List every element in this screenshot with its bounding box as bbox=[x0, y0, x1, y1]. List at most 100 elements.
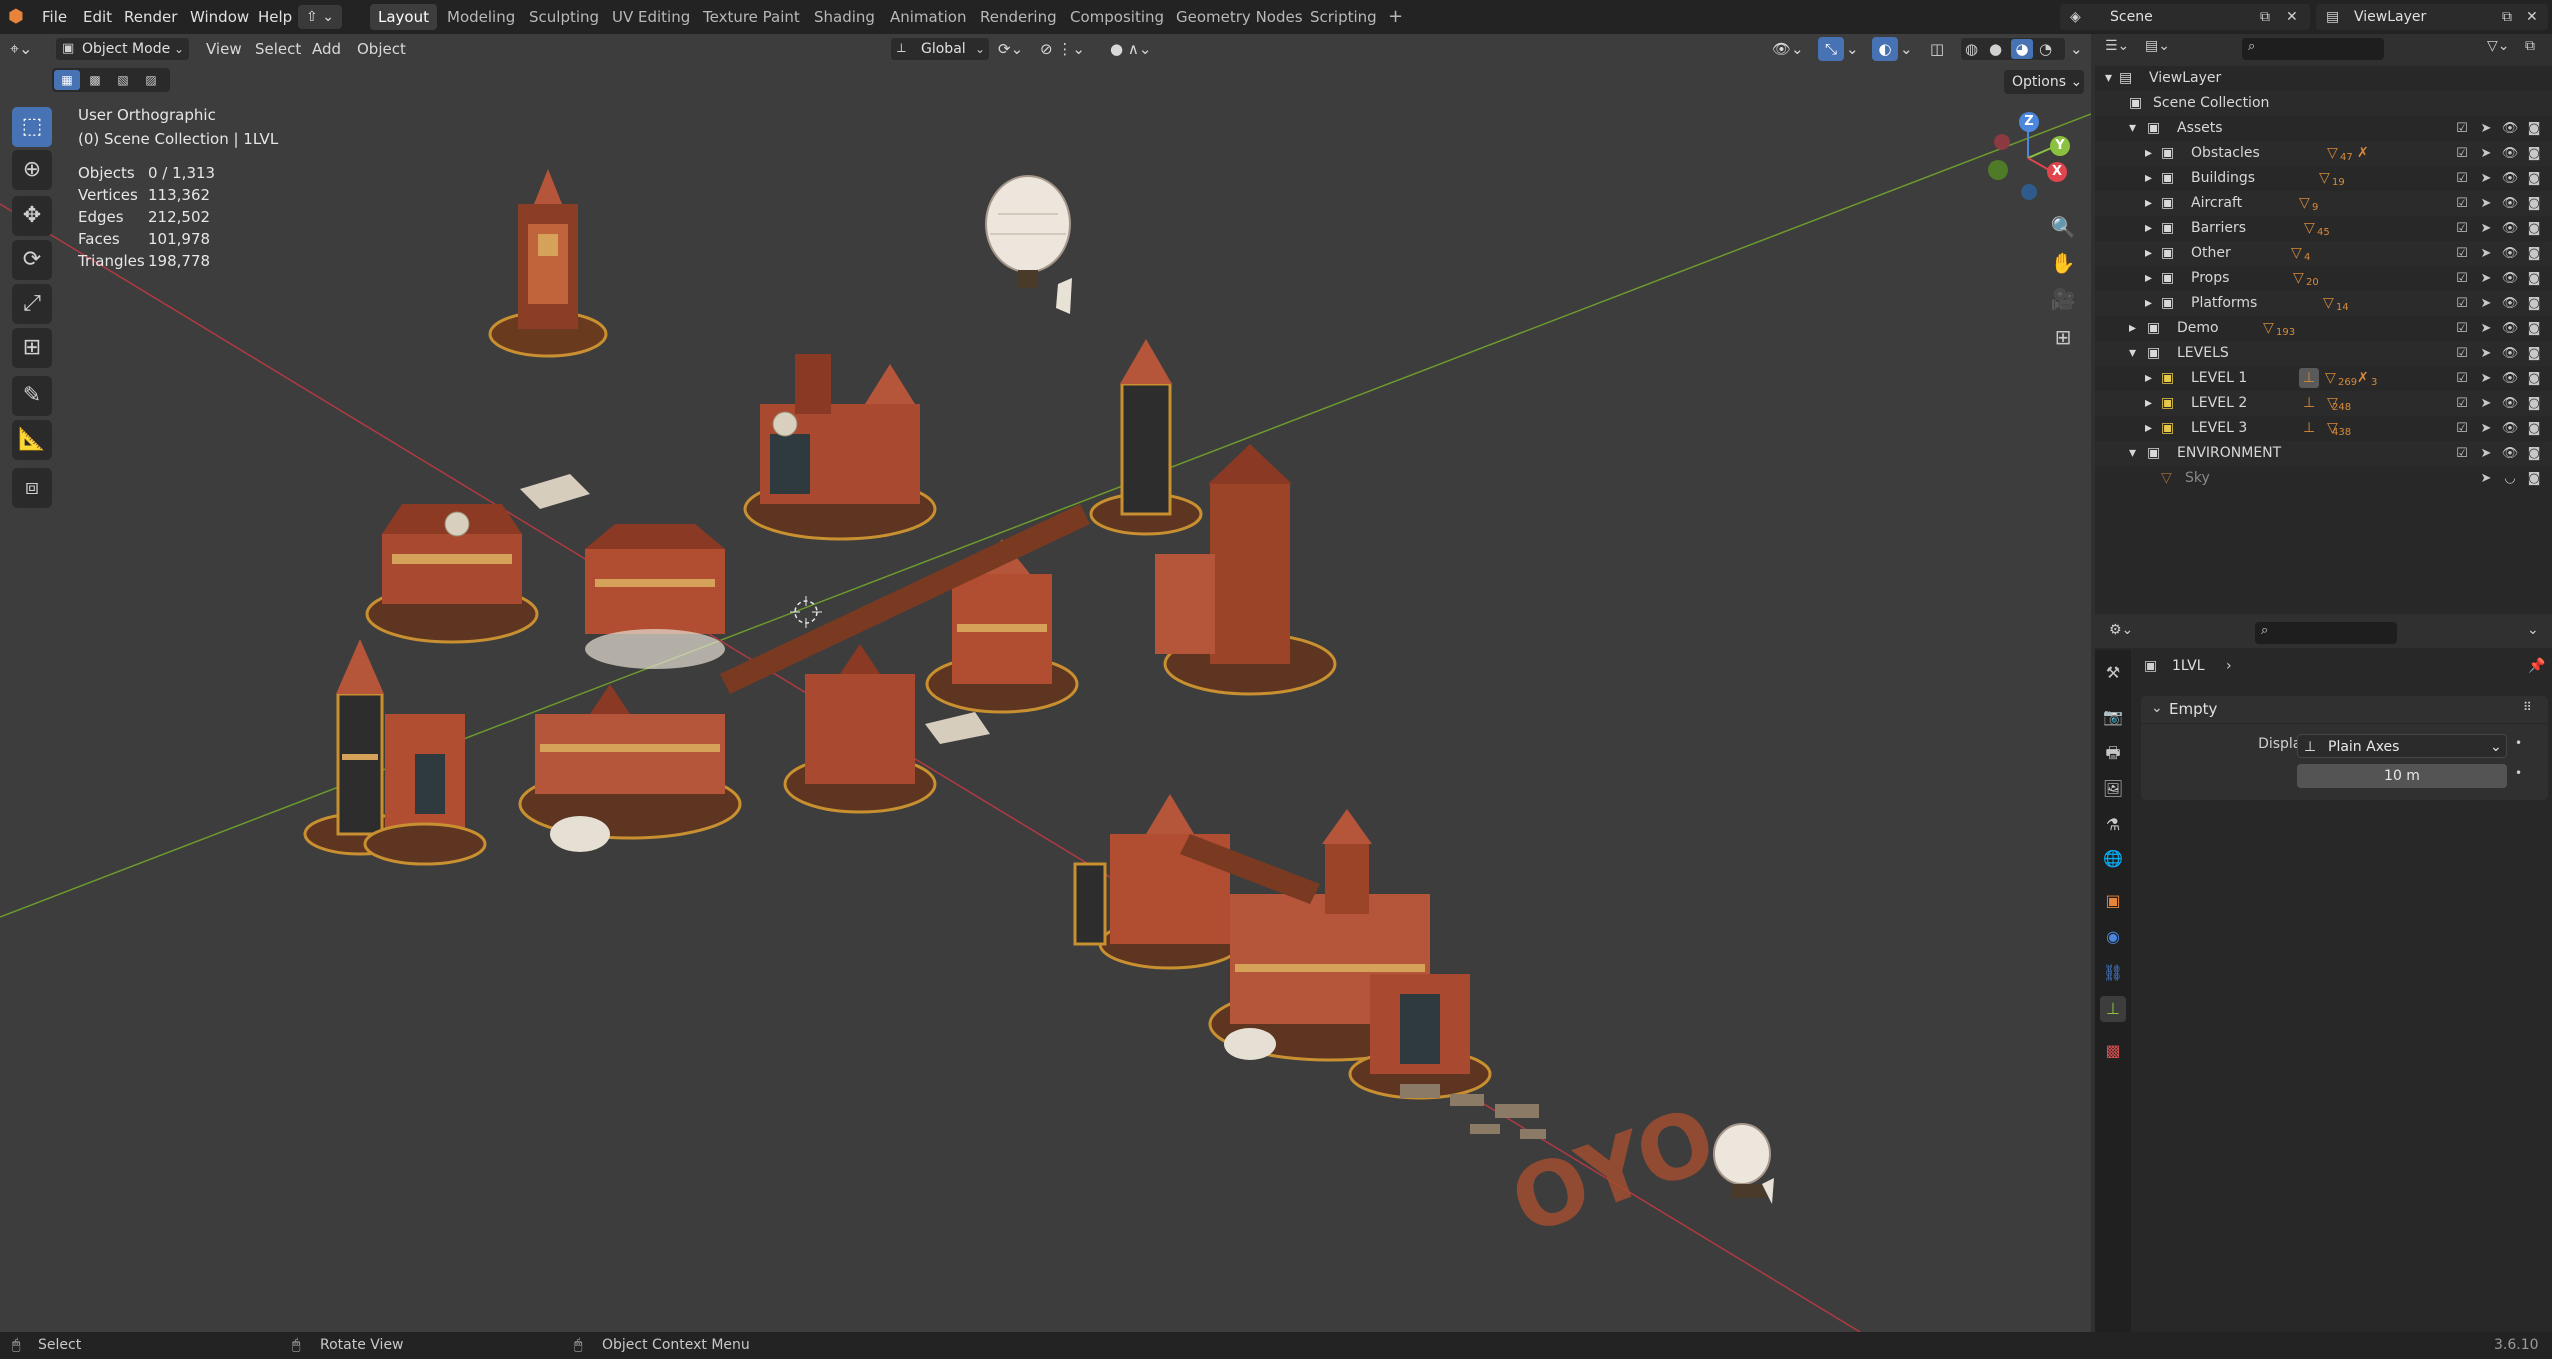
close-icon[interactable]: ✕ bbox=[2286, 4, 2298, 30]
x-axis-icon[interactable]: X bbox=[2047, 162, 2067, 182]
xray-icon[interactable]: ◫ bbox=[1930, 37, 1944, 61]
eye-icon[interactable]: 👁 bbox=[2500, 391, 2520, 416]
camera-icon[interactable]: ◙ bbox=[2524, 141, 2544, 166]
outliner-row-level-1[interactable]: ▸ ▣ LEVEL 1 ⊥ ▽ 269 ✗ 3 ☑ ➤ 👁 ◙ bbox=[2095, 366, 2552, 391]
expand-arrow-icon[interactable]: ▸ bbox=[2145, 191, 2152, 216]
outliner-row-scene-collection[interactable]: ▣ Scene Collection bbox=[2095, 91, 2552, 116]
add-workspace-button[interactable]: + bbox=[1380, 4, 1411, 30]
checkbox-icon[interactable]: ☑ bbox=[2452, 266, 2472, 291]
select-arrow-icon[interactable]: ➤ bbox=[2476, 241, 2496, 266]
expand-arrow-icon[interactable]: ▸ bbox=[2145, 241, 2152, 266]
tab-texture-paint[interactable]: Texture Paint bbox=[695, 4, 808, 30]
camera-icon[interactable]: ◙ bbox=[2524, 341, 2544, 366]
checkbox-icon[interactable]: ☑ bbox=[2452, 341, 2472, 366]
outliner-row-buildings[interactable]: ▸ ▣ Buildings ▽ 19 ☑ ➤ 👁 ◙ bbox=[2095, 166, 2552, 191]
blender-logo-icon[interactable]: ⬢ bbox=[8, 0, 32, 34]
expand-arrow-icon[interactable]: ▸ bbox=[2145, 166, 2152, 191]
select-box-tool-icon[interactable]: ⬚ bbox=[12, 107, 52, 147]
solid-icon[interactable]: ● bbox=[1989, 38, 2002, 60]
expand-arrow-icon[interactable]: ▾ bbox=[2129, 116, 2136, 141]
checkbox-icon[interactable]: ☑ bbox=[2452, 216, 2472, 241]
select-arrow-icon[interactable]: ➤ bbox=[2476, 216, 2496, 241]
outliner-row-level-2[interactable]: ▸ ▣ LEVEL 2 ⊥ ▽ 248 ☑ ➤ 👁 ◙ bbox=[2095, 391, 2552, 416]
eye-icon[interactable]: 👁 bbox=[2500, 291, 2520, 316]
select-arrow-icon[interactable]: ➤ bbox=[2476, 466, 2496, 491]
keyframe-dot-icon[interactable]: • bbox=[2515, 766, 2522, 780]
object-tab-icon[interactable]: ▣ bbox=[2100, 888, 2126, 914]
camera-icon[interactable]: ◙ bbox=[2524, 291, 2544, 316]
physics-tab-icon[interactable]: ◉ bbox=[2100, 924, 2126, 950]
camera-icon[interactable]: ◙ bbox=[2524, 441, 2544, 466]
expand-arrow-icon[interactable]: ▸ bbox=[2145, 391, 2152, 416]
expand-arrow-icon[interactable]: ▾ bbox=[2105, 66, 2112, 91]
gizmo-toggle-icon[interactable]: ⤡ bbox=[1818, 37, 1844, 61]
z-axis-icon[interactable]: Z bbox=[2019, 112, 2039, 132]
eye-icon[interactable]: 👁 bbox=[2500, 191, 2520, 216]
tab-geometry-nodes[interactable]: Geometry Nodes bbox=[1168, 4, 1311, 30]
select-arrow-icon[interactable]: ➤ bbox=[2476, 166, 2496, 191]
menu-view[interactable]: View bbox=[206, 37, 242, 61]
eye-closed-icon[interactable]: ◡ bbox=[2500, 466, 2520, 491]
display-as-dropdown[interactable]: ⊥ Plain Axes ⌄ bbox=[2297, 734, 2507, 758]
menu-help[interactable]: Help bbox=[258, 0, 292, 34]
expand-arrow-icon[interactable]: ▸ bbox=[2145, 266, 2152, 291]
eye-icon[interactable]: 👁 bbox=[2500, 266, 2520, 291]
outliner-row-obstacles[interactable]: ▸ ▣ Obstacles ▽ 47 ✗ ☑ ➤ 👁 ◙ bbox=[2095, 141, 2552, 166]
overlays-icon[interactable]: ◐ bbox=[1872, 37, 1898, 61]
checkbox-icon[interactable]: ☑ bbox=[2452, 241, 2472, 266]
filter-icon[interactable]: ▽⌄ bbox=[2487, 38, 2510, 54]
camera-icon[interactable]: ◙ bbox=[2524, 466, 2544, 491]
rotate-tool-icon[interactable]: ⟳ bbox=[12, 240, 52, 280]
select-new-icon[interactable]: ▦ bbox=[54, 70, 80, 90]
tab-layout[interactable]: Layout bbox=[370, 4, 437, 30]
camera-icon[interactable]: ◙ bbox=[2524, 116, 2544, 141]
snap-icon[interactable]: ⊘ ⋮⌄ bbox=[1040, 37, 1085, 61]
camera-icon[interactable]: ◙ bbox=[2524, 216, 2544, 241]
expand-arrow-icon[interactable]: ▸ bbox=[2145, 291, 2152, 316]
cursor-tool-icon[interactable]: ⊕ bbox=[12, 150, 52, 190]
checkbox-icon[interactable]: ☑ bbox=[2452, 141, 2472, 166]
tab-modeling[interactable]: Modeling bbox=[439, 4, 523, 30]
world-tab-icon[interactable]: 🌐 bbox=[2100, 846, 2126, 872]
scene-selector[interactable]: ◈ Scene ⧉ ✕ bbox=[2060, 4, 2310, 30]
scene-tab-icon[interactable]: ⚗ bbox=[2100, 812, 2126, 838]
camera-icon[interactable]: ◙ bbox=[2524, 316, 2544, 341]
eye-icon[interactable]: 👁 bbox=[2500, 366, 2520, 391]
expand-arrow-icon[interactable]: ▸ bbox=[2145, 416, 2152, 441]
texture-tab-icon[interactable]: ▩ bbox=[2100, 1038, 2126, 1064]
viewlayer-selector[interactable]: ▤ ViewLayer ⧉ ✕ bbox=[2316, 4, 2548, 30]
checkbox-icon[interactable]: ☑ bbox=[2452, 366, 2472, 391]
menu-add[interactable]: Add bbox=[312, 37, 341, 61]
tab-uv-editing[interactable]: UV Editing bbox=[604, 4, 698, 30]
outliner-row-sky[interactable]: ▽ Sky ➤ ◡ ◙ bbox=[2095, 466, 2552, 491]
move-tool-icon[interactable]: ✥ bbox=[12, 196, 52, 236]
eye-icon[interactable]: 👁 bbox=[2500, 341, 2520, 366]
drag-handle-icon[interactable]: ⠿ bbox=[2523, 700, 2532, 714]
editor-type-icon[interactable]: ⚙⌄ bbox=[2109, 622, 2133, 638]
transform-orientation-dropdown[interactable]: ⟂ Global ⌄ bbox=[890, 37, 990, 61]
checkbox-icon[interactable]: ☑ bbox=[2452, 416, 2472, 441]
camera-icon[interactable]: ◙ bbox=[2524, 166, 2544, 191]
view-layer-tab-icon[interactable]: 🖼 bbox=[2100, 776, 2126, 802]
outliner-row-barriers[interactable]: ▸ ▣ Barriers ▽ 45 ☑ ➤ 👁 ◙ bbox=[2095, 216, 2552, 241]
outliner-row-levels[interactable]: ▾ ▣ LEVELS ☑ ➤ 👁 ◙ bbox=[2095, 341, 2552, 366]
output-tab-icon[interactable]: 🖶 bbox=[2100, 740, 2126, 766]
checkbox-icon[interactable]: ☑ bbox=[2452, 116, 2472, 141]
close-icon[interactable]: ✕ bbox=[2526, 4, 2538, 30]
checkbox-icon[interactable]: ☑ bbox=[2452, 441, 2472, 466]
select-arrow-icon[interactable]: ➤ bbox=[2476, 441, 2496, 466]
zoom-icon[interactable]: 🔍 bbox=[2048, 212, 2078, 242]
editor-type-icon[interactable]: ⌖⌄ bbox=[10, 37, 46, 61]
menu-object[interactable]: Object bbox=[357, 37, 406, 61]
checkbox-icon[interactable]: ☑ bbox=[2452, 191, 2472, 216]
outliner-search-input[interactable]: ⌕ bbox=[2242, 38, 2384, 60]
camera-icon[interactable]: ◙ bbox=[2524, 391, 2544, 416]
expand-arrow-icon[interactable]: ▾ bbox=[2129, 341, 2136, 366]
upload-icon[interactable]: ⇧ ⌄ bbox=[298, 5, 342, 29]
camera-icon[interactable]: ◙ bbox=[2524, 266, 2544, 291]
chevron-down-icon[interactable]: ⌄ bbox=[1846, 37, 1859, 61]
select-arrow-icon[interactable]: ➤ bbox=[2476, 291, 2496, 316]
editor-type-icon[interactable]: ☰⌄ bbox=[2105, 38, 2129, 54]
panel-header[interactable]: ⌄ Empty ⠿ bbox=[2141, 696, 2548, 724]
annotate-tool-icon[interactable]: ✎ bbox=[12, 376, 52, 416]
